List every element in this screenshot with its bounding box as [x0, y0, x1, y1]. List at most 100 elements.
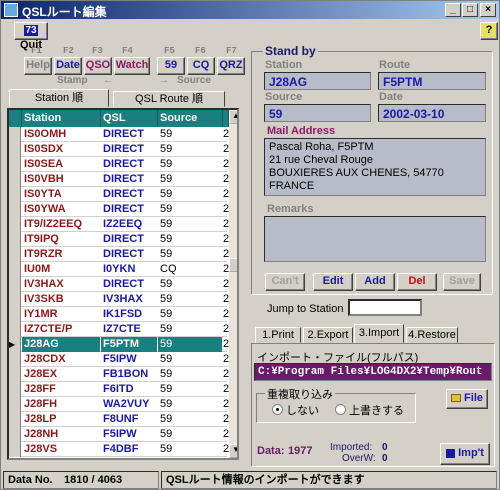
maximize-button[interactable]: □	[462, 3, 478, 17]
source-qrz-button[interactable]: QRZ	[217, 57, 245, 75]
cell-source: 59	[160, 398, 173, 410]
grid-scrollbar[interactable]: ▲ ▼	[229, 110, 237, 458]
tab-import[interactable]: 3.Import	[354, 324, 404, 343]
tab-restore[interactable]: 4.Restore	[406, 327, 458, 343]
cell-station: J28EX	[24, 368, 58, 380]
mail-address-label: Mail Address	[267, 125, 336, 137]
table-row[interactable]: J28FH WA2VUY 59 2	[9, 397, 229, 412]
table-row[interactable]: IS0VBH DIRECT 59 2	[9, 172, 229, 187]
date-field[interactable]: 2002-03-10	[378, 104, 486, 122]
fkey-5: F5	[164, 46, 175, 56]
cell-route: F4DBF	[103, 443, 139, 455]
route-label: Route	[379, 59, 411, 71]
table-row[interactable]: J28NH F5IPW 59 2	[9, 427, 229, 442]
table-row[interactable]: IZ7CTE/P IZ7CTE 59 2	[9, 322, 229, 337]
minimize-button[interactable]: _	[445, 3, 461, 17]
delete-button[interactable]: Del	[397, 273, 437, 291]
radio-no-overwrite[interactable]	[272, 404, 283, 415]
remarks-label: Remarks	[267, 203, 314, 215]
imported-label: Imported:	[330, 442, 373, 453]
cell-source: 59	[160, 233, 173, 245]
tab-route-order[interactable]: QSL Route 順	[113, 91, 225, 107]
table-row[interactable]: ▶ J28AG F5PTM 59 2	[9, 337, 229, 352]
cell-station: IS0SDX	[24, 143, 64, 155]
source-group-label: Source	[177, 75, 211, 86]
scroll-down-icon[interactable]: ▼	[229, 444, 237, 458]
jump-input[interactable]	[348, 299, 422, 316]
radio-dot-icon	[276, 408, 279, 411]
table-row[interactable]: IU0M I0YKN CQ 2	[9, 262, 229, 277]
table-row[interactable]: IV3SKB IV3HAX 59 2	[9, 292, 229, 307]
cell-source: 59	[160, 368, 173, 380]
cell-route: WA2VUY	[103, 398, 150, 410]
fkey-4: F4	[122, 46, 133, 56]
station-grid[interactable]: Station QSL Route Source IS0OMH DIRECT 59 2…	[7, 108, 239, 460]
cell-route: DIRECT	[103, 188, 144, 200]
cancel-button[interactable]: Can't	[265, 273, 305, 291]
cell-station: J28NH	[24, 428, 59, 440]
table-row[interactable]: IS0SEA DIRECT 59 2	[9, 157, 229, 172]
save-button[interactable]: Save	[443, 273, 481, 291]
table-row[interactable]: IS0YWA DIRECT 59 2	[9, 202, 229, 217]
table-row[interactable]: IY1MR IK1FSD 59 2	[9, 307, 229, 322]
table-row[interactable]: J28EX FB1BON 59 2	[9, 367, 229, 382]
cell-station: IS0VBH	[24, 173, 64, 185]
table-row[interactable]: IS0YTA DIRECT 59 2	[9, 187, 229, 202]
quit-button[interactable]: 73 Quit	[14, 22, 48, 51]
source-59-button[interactable]: 59	[157, 57, 185, 75]
scroll-thumb[interactable]	[229, 258, 237, 272]
table-row[interactable]: J28FF F6ITD 59 2	[9, 382, 229, 397]
col-station-header[interactable]: Station	[22, 110, 101, 127]
import-button[interactable]: Imp't	[440, 443, 490, 465]
tab-print[interactable]: 1.Print	[255, 327, 301, 343]
import-file-path[interactable]: C:¥Program Files¥LOG4DX2¥Temp¥Rout	[254, 363, 492, 381]
cell-route: DIRECT	[103, 128, 144, 140]
help-icon[interactable]: ?	[480, 22, 498, 40]
table-row[interactable]: IT9/IZ2EEQ IZ2EEQ 59 2	[9, 217, 229, 232]
close-button[interactable]: ×	[480, 3, 496, 17]
table-row[interactable]: J28VS F4DBF 59 2	[9, 442, 229, 457]
table-row[interactable]: IT9RZR DIRECT 59 2	[9, 247, 229, 262]
cell-route: F8UNF	[103, 413, 139, 425]
fkey-3: F3	[92, 46, 103, 56]
cell-source: 59	[160, 428, 173, 440]
tab-export[interactable]: 2.Export	[303, 327, 353, 343]
table-row[interactable]: IS0SDX DIRECT 59 2	[9, 142, 229, 157]
data-count-label: Data:	[257, 445, 285, 457]
col-route-header[interactable]: QSL Route	[101, 110, 158, 141]
cell-station: IT9RZR	[24, 248, 63, 260]
table-row[interactable]: IV3HAX DIRECT 59 2	[9, 277, 229, 292]
overwrite-label: OverW:	[342, 453, 376, 464]
source-field[interactable]: 59	[264, 104, 371, 122]
table-row[interactable]: IT9IPQ DIRECT 59 2	[9, 232, 229, 247]
tab-station-order[interactable]: Station 順	[9, 89, 109, 107]
radio-overwrite[interactable]	[335, 404, 346, 415]
row-indicator	[9, 232, 21, 247]
status-message: QSLルート情報のインポートができます	[161, 471, 497, 489]
help-button[interactable]: Help	[24, 57, 52, 75]
cell-route: F5PTM	[101, 337, 157, 352]
radio-overwrite-label: 上書きする	[349, 405, 404, 417]
scroll-up-icon[interactable]: ▲	[229, 110, 237, 124]
station-field[interactable]: J28AG	[264, 72, 371, 90]
row-indicator	[9, 172, 21, 187]
date-stamp-button[interactable]: Date	[54, 57, 82, 75]
remarks-field[interactable]	[264, 216, 486, 262]
import-icon	[446, 448, 456, 458]
table-row[interactable]: IS0OMH DIRECT 59 2	[9, 127, 229, 142]
row-indicator	[9, 292, 21, 307]
row-indicator	[9, 442, 21, 457]
file-button[interactable]: File	[446, 389, 488, 409]
watch-stamp-button[interactable]: Watch	[114, 57, 150, 75]
table-row[interactable]: J28CDX F5IPW 59 2	[9, 352, 229, 367]
qso-stamp-button[interactable]: QSO	[84, 57, 112, 75]
mail-address-field[interactable]: Pascal Roha, F5PTM 21 rue Cheval Rouge B…	[264, 138, 486, 196]
source-cq-button[interactable]: CQ	[187, 57, 215, 75]
col-source-header[interactable]: Source	[158, 110, 223, 127]
file-button-label: File	[464, 392, 483, 404]
route-field[interactable]: F5PTM	[378, 72, 486, 90]
add-button[interactable]: Add	[355, 273, 395, 291]
table-row[interactable]: J28LP F8UNF 59 2	[9, 412, 229, 427]
data-count-value: 1977	[288, 445, 313, 457]
edit-button[interactable]: Edit	[313, 273, 353, 291]
